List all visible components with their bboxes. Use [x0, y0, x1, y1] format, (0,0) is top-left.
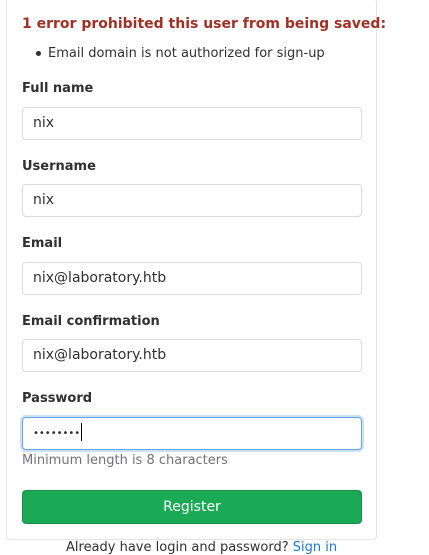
password-label: Password	[22, 391, 93, 406]
register-button[interactable]: Register	[22, 490, 362, 524]
email-confirmation-input[interactable]: nix@laboratory.htb	[22, 339, 362, 372]
bullet-icon	[36, 51, 41, 56]
username-label: Username	[22, 159, 96, 174]
password-value: ••••••••	[33, 428, 81, 439]
email-confirmation-label: Email confirmation	[22, 314, 160, 329]
error-message: Email domain is not authorized for sign-…	[48, 46, 325, 61]
text-caret	[81, 423, 83, 441]
password-input[interactable]: ••••••••	[22, 417, 362, 450]
signin-prompt-text: Already have login and password?	[66, 540, 289, 555]
password-hint: Minimum length is 8 characters	[22, 453, 228, 468]
error-list-item: Email domain is not authorized for sign-…	[36, 46, 325, 61]
email-label: Email	[22, 236, 63, 251]
full-name-input[interactable]: nix	[22, 107, 362, 140]
signin-prompt: Already have login and password? Sign in	[66, 540, 337, 555]
full-name-label: Full name	[22, 81, 94, 96]
sign-in-link[interactable]: Sign in	[293, 540, 337, 555]
username-input[interactable]: nix	[22, 184, 362, 217]
error-title: 1 error prohibited this user from being …	[22, 16, 387, 32]
email-input[interactable]: nix@laboratory.htb	[22, 262, 362, 295]
